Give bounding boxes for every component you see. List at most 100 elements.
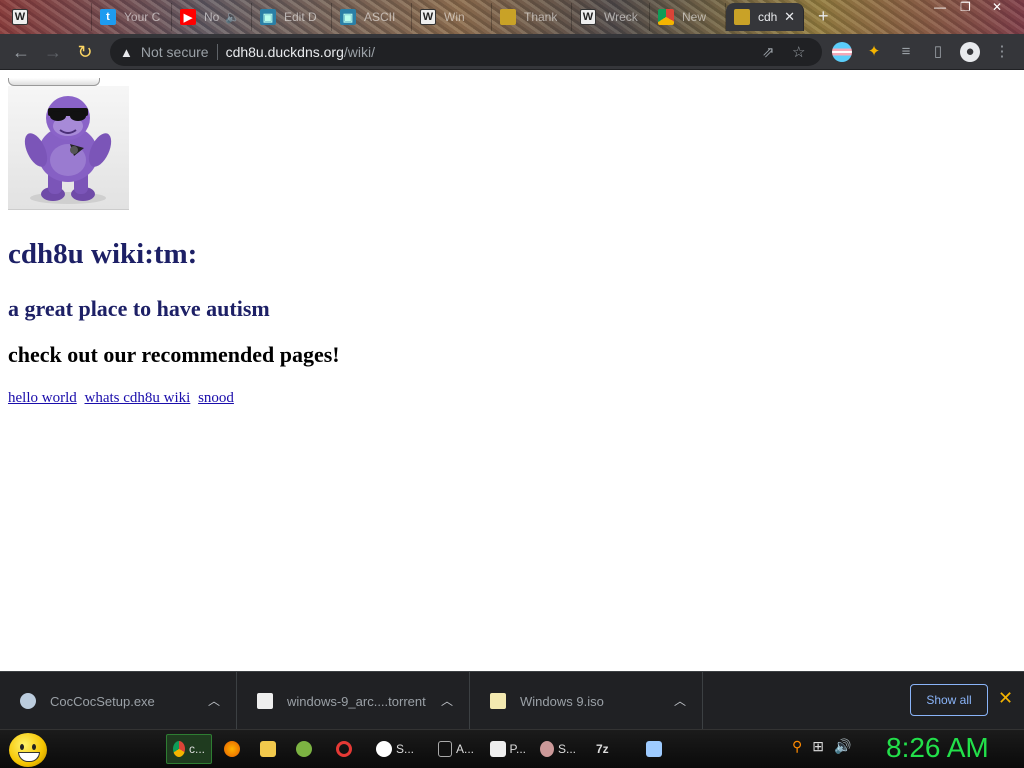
- back-icon[interactable]: ←: [10, 41, 32, 63]
- taskbar-item-paper[interactable]: P...: [484, 734, 532, 764]
- url-path: /wiki/: [343, 44, 376, 60]
- close-shelf-icon[interactable]: ✕: [998, 688, 1013, 709]
- edit-icon: ▣: [260, 9, 276, 25]
- taskbar-item-firefox[interactable]: [218, 734, 250, 764]
- wiki-icon: W: [12, 9, 28, 25]
- download-shelf: CocCocSetup.exe ︿ windows-9_arc....torre…: [0, 671, 1024, 730]
- tab-label: ASCII: [364, 10, 396, 24]
- audio-icon: 🔈: [225, 10, 241, 24]
- tab-7[interactable]: Thank: [492, 3, 572, 31]
- tab-6[interactable]: W Win: [412, 3, 492, 31]
- restore-icon[interactable]: ❐: [960, 0, 971, 14]
- reload-icon[interactable]: ↻: [74, 41, 96, 63]
- not-secure-label: Not secure: [140, 44, 209, 60]
- taskbar-item-app[interactable]: [290, 734, 322, 764]
- download-item[interactable]: windows-9_arc....torrent ︿: [237, 672, 470, 730]
- side-panel-icon[interactable]: ▯: [928, 42, 948, 62]
- tab-label: Thank: [524, 10, 558, 24]
- search-app-icon: [540, 741, 554, 757]
- paper-icon: [490, 741, 506, 757]
- address-bar[interactable]: ▲ Not secure cdh8u.duckdns.org /wiki/ ⇗ …: [110, 38, 822, 66]
- wiki-icon: W: [580, 9, 596, 25]
- share-icon[interactable]: ⇗: [762, 43, 775, 61]
- minimize-icon[interactable]: —: [934, 0, 946, 14]
- taskbar-label: A...: [455, 742, 474, 756]
- menu-kebab-icon[interactable]: ⋮: [992, 42, 1012, 62]
- extensions-puzzle-icon[interactable]: ✦: [864, 42, 884, 62]
- tab-label: No: [204, 10, 220, 24]
- forward-icon[interactable]: →: [42, 41, 64, 63]
- search-icon[interactable]: ⚲: [792, 738, 802, 755]
- opera-icon: [336, 741, 352, 757]
- link-whats-cdh8u-wiki[interactable]: whats cdh8u wiki: [85, 390, 191, 406]
- tab-label: Your C: [124, 10, 161, 24]
- page-content: cdh8u wiki:tm: a great place to have aut…: [0, 70, 1024, 671]
- taskbar-item-yandex[interactable]: S...: [370, 734, 420, 764]
- sevenzip-icon: 7z: [596, 742, 609, 756]
- bonzi-mascot-image: [8, 86, 129, 210]
- tab-1[interactable]: W: [4, 3, 92, 31]
- gold-icon: [734, 9, 750, 25]
- chevron-up-icon[interactable]: ︿: [208, 692, 220, 709]
- taskbar-item-search-app[interactable]: S...: [534, 734, 582, 764]
- recommended-links: hello world whats cdh8u wiki snood: [8, 390, 238, 407]
- show-all-button[interactable]: Show all: [910, 684, 988, 716]
- download-item[interactable]: CocCocSetup.exe ︿: [0, 672, 237, 730]
- close-window-icon[interactable]: ✕: [992, 0, 1002, 14]
- flag-extension-icon[interactable]: [832, 42, 852, 62]
- chrome-icon: [173, 741, 185, 757]
- browser-toolbar: ← → ↻ ▲ Not secure cdh8u.duckdns.org /wi…: [0, 34, 1024, 70]
- chevron-up-icon[interactable]: ︿: [674, 692, 686, 709]
- volume-icon[interactable]: 🔊: [834, 738, 851, 755]
- network-icon[interactable]: ⊞: [812, 738, 824, 755]
- taskbar: c... S... A... P... S... 7z ⚲ ⊞ 🔊 8:26 A…: [0, 729, 1024, 768]
- link-snood[interactable]: snood: [198, 390, 234, 406]
- divider: [216, 44, 218, 60]
- tab-strip: W t Your C ▶ No 🔈 ▣ Edit D ▣ ASCII W Win…: [0, 0, 1024, 34]
- taskbar-label: S...: [557, 742, 576, 756]
- file-icon: [257, 693, 273, 709]
- tab-9[interactable]: New: [650, 3, 726, 31]
- wiki-icon: W: [420, 9, 436, 25]
- recommended-heading: check out our recommended pages!: [8, 342, 340, 367]
- close-tab-icon[interactable]: ✕: [784, 9, 795, 25]
- tab-5[interactable]: ▣ ASCII: [332, 3, 412, 31]
- twitter-icon: t: [100, 9, 116, 25]
- tab-10-active[interactable]: cdh ✕: [726, 3, 804, 31]
- taskbar-clock[interactable]: 8:26 AM: [886, 732, 989, 764]
- taskbar-label: P...: [509, 742, 526, 756]
- profile-avatar-icon[interactable]: ●: [960, 42, 980, 62]
- bookmark-star-icon[interactable]: ☆: [792, 43, 805, 61]
- firefox-icon: [224, 741, 240, 757]
- link-hello-world[interactable]: hello world: [8, 390, 77, 406]
- download-filename: windows-9_arc....torrent: [287, 693, 426, 709]
- new-tab-button[interactable]: +: [818, 6, 829, 27]
- tab-4[interactable]: ▣ Edit D: [252, 3, 332, 31]
- edit-icon: ▣: [340, 9, 356, 25]
- iso-file-icon: [490, 693, 506, 709]
- green-app-icon: [296, 741, 312, 757]
- tab-label: Win: [444, 10, 465, 24]
- tab-8[interactable]: W Wreck: [572, 3, 650, 31]
- start-button[interactable]: [9, 733, 47, 767]
- chevron-up-icon[interactable]: ︿: [441, 692, 453, 709]
- system-tray: ⚲ ⊞ 🔊: [792, 738, 851, 755]
- taskbar-item-7zip[interactable]: 7z: [590, 734, 615, 764]
- tab-label: cdh: [758, 10, 778, 24]
- tab-label: Edit D: [284, 10, 317, 24]
- taskbar-item-chrome[interactable]: c...: [166, 734, 212, 764]
- tab-3[interactable]: ▶ No 🔈: [172, 3, 252, 31]
- yandex-icon: [376, 741, 392, 757]
- media-queue-icon[interactable]: ≡: [896, 42, 916, 62]
- download-filename: CocCocSetup.exe: [50, 693, 155, 709]
- taskbar-label: S...: [395, 742, 414, 756]
- tab-2[interactable]: t Your C: [92, 3, 172, 31]
- taskbar-item-opera[interactable]: [330, 734, 362, 764]
- taskbar-item-folder[interactable]: [254, 734, 286, 764]
- download-item[interactable]: Windows 9.iso ︿: [470, 672, 703, 730]
- taskbar-item-cmd[interactable]: A...: [432, 734, 480, 764]
- installer-icon: [20, 693, 36, 709]
- gold-icon: [500, 9, 516, 25]
- taskbar-item-notepad[interactable]: [640, 734, 672, 764]
- cmd-icon: [438, 741, 452, 757]
